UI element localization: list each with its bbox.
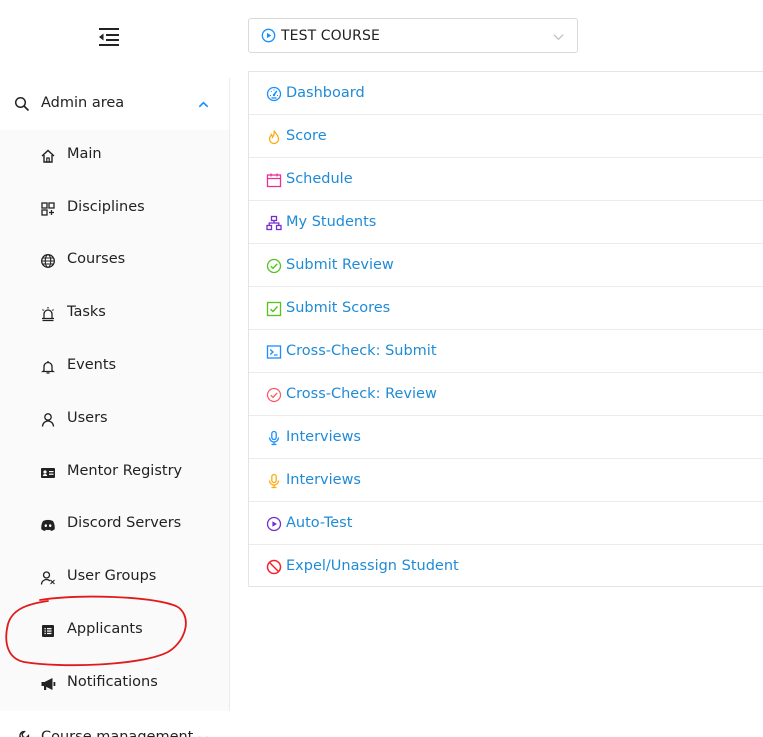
link-label: Cross-Check: Submit	[286, 343, 437, 359]
link-label: Expel/Unassign Student	[286, 558, 459, 574]
check-circle-icon	[266, 258, 282, 274]
play-circle-icon	[266, 516, 282, 532]
chevron-down-icon	[199, 736, 208, 737]
search-icon	[14, 96, 30, 112]
course-select[interactable]: TEST COURSE	[248, 18, 578, 53]
sidebar-item-label: User Groups	[67, 568, 157, 584]
stop-icon	[266, 559, 282, 575]
fire-icon	[268, 130, 280, 145]
global-icon	[41, 254, 55, 268]
audio-icon	[268, 430, 280, 446]
sidebar-item-tasks[interactable]: Tasks	[0, 294, 229, 334]
sidebar: Admin area Main Disciplines Courses Task…	[0, 78, 230, 737]
sidebar-item-label: Courses	[67, 251, 126, 267]
link-label: Interviews	[286, 472, 361, 488]
menu-fold-button[interactable]	[97, 26, 121, 48]
sidebar-item-notifications[interactable]: Notifications	[0, 664, 229, 704]
link-label: Submit Review	[286, 257, 394, 273]
home-icon	[41, 149, 55, 163]
sidebar-item-user-groups[interactable]: User Groups	[0, 558, 229, 598]
link-interviews[interactable]: Interviews	[249, 416, 763, 459]
link-cross-check-review[interactable]: Cross-Check: Review	[249, 373, 763, 416]
link-label: Dashboard	[286, 85, 365, 101]
link-submit-review[interactable]: Submit Review	[249, 244, 763, 287]
link-label: Cross-Check: Review	[286, 386, 437, 402]
sidebar-item-mentor-registry[interactable]: Mentor Registry	[0, 453, 229, 493]
play-circle-icon	[261, 28, 276, 43]
course-links-panel: Dashboard Score Schedule My Students Sub…	[248, 71, 763, 587]
tool-icon	[18, 730, 30, 737]
link-cross-check-submit[interactable]: Cross-Check: Submit	[249, 330, 763, 373]
link-interviews-2[interactable]: Interviews	[249, 459, 763, 502]
bell-icon	[41, 361, 55, 374]
sidebar-item-discord-servers[interactable]: Discord Servers	[0, 505, 229, 545]
link-label: Score	[286, 128, 327, 144]
sidebar-item-label: Discord Servers	[67, 515, 182, 531]
link-label: Auto-Test	[286, 515, 353, 531]
code-icon	[266, 345, 282, 359]
submenu-course-management-label: Course management	[41, 729, 194, 737]
chevron-down-icon	[553, 34, 564, 41]
chevron-up-icon	[198, 101, 209, 108]
profile-icon	[42, 625, 54, 637]
sidebar-item-label: Users	[67, 410, 108, 426]
link-label: Schedule	[286, 171, 353, 187]
admin-area-submenu: Main Disciplines Courses Tasks Events Us…	[0, 130, 229, 711]
sidebar-item-label: Tasks	[67, 304, 106, 320]
sidebar-item-disciplines[interactable]: Disciplines	[0, 189, 229, 229]
alert-icon	[42, 307, 54, 322]
check-square-icon	[266, 301, 282, 317]
discord-icon	[41, 519, 55, 531]
check-circle-icon	[266, 387, 282, 403]
submenu-admin-area[interactable]: Admin area	[0, 78, 229, 130]
link-schedule[interactable]: Schedule	[249, 158, 763, 201]
user-icon	[41, 413, 55, 427]
sidebar-item-label: Applicants	[67, 621, 143, 637]
submenu-admin-area-label: Admin area	[41, 95, 125, 111]
calendar-icon	[266, 173, 282, 188]
menu-fold-icon	[99, 28, 119, 46]
apartment-icon	[266, 215, 282, 231]
sidebar-item-users[interactable]: Users	[0, 400, 229, 440]
link-score[interactable]: Score	[249, 115, 763, 158]
sidebar-item-label: Events	[67, 357, 117, 373]
appstore-icon	[41, 202, 55, 216]
link-label: My Students	[286, 214, 377, 230]
sidebar-item-label: Notifications	[67, 674, 158, 690]
audio-icon	[268, 473, 280, 489]
course-select-value: TEST COURSE	[281, 27, 380, 44]
sidebar-item-label: Disciplines	[67, 199, 145, 215]
sidebar-item-events[interactable]: Events	[0, 347, 229, 387]
link-auto-test[interactable]: Auto-Test	[249, 502, 763, 545]
idcard-icon	[41, 468, 55, 478]
dashboard-icon	[266, 86, 282, 102]
usergroup-icon	[40, 571, 55, 585]
link-expel-unassign-student[interactable]: Expel/Unassign Student	[249, 545, 763, 588]
sidebar-item-label: Main	[67, 146, 102, 162]
link-label: Interviews	[286, 429, 361, 445]
sidebar-item-main[interactable]: Main	[0, 136, 229, 176]
sidebar-item-label: Mentor Registry	[67, 463, 183, 479]
link-label: Submit Scores	[286, 300, 391, 316]
link-dashboard[interactable]: Dashboard	[249, 72, 763, 115]
sidebar-item-courses[interactable]: Courses	[0, 241, 229, 281]
sidebar-divider	[229, 78, 230, 711]
link-submit-scores[interactable]: Submit Scores	[249, 287, 763, 330]
notification-icon	[41, 678, 56, 690]
submenu-course-management[interactable]: Course management	[0, 712, 229, 737]
sidebar-item-applicants[interactable]: Applicants	[0, 611, 229, 651]
link-my-students[interactable]: My Students	[249, 201, 763, 244]
